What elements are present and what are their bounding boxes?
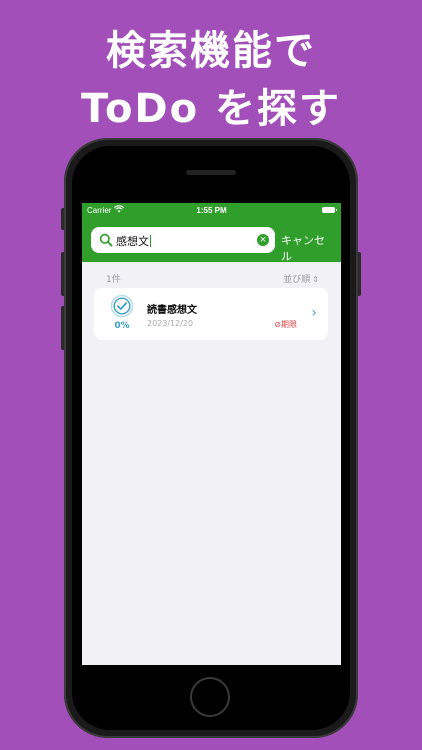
battery-icon (322, 207, 337, 213)
text-caret (150, 235, 151, 247)
speaker-grille (186, 170, 236, 175)
overdue-icon: ⊘ (274, 320, 281, 329)
search-input[interactable]: 感想文 × (91, 227, 275, 253)
progress-check-icon (110, 294, 134, 318)
clear-search-icon[interactable]: × (257, 234, 269, 246)
search-query: 感想文 (116, 235, 149, 248)
todo-title: 読書感想文 (147, 305, 197, 316)
headline-line-2: ToDo を探す (80, 86, 342, 132)
overdue-badge: ⊘期限 (274, 319, 297, 330)
headline-line-1: 検索機能で (106, 28, 316, 74)
results-header: 1件 並び順 ⇕ (82, 262, 341, 286)
home-button (190, 677, 230, 717)
app-screen: Carrier 1:55 PM 感想文 × キャンセル 1件 並び順 ⇕ 0% … (82, 203, 341, 665)
cancel-button[interactable]: キャンセル (281, 232, 335, 264)
todo-card[interactable]: 0% 読書感想文 2023/12/20 ⊘期限 › (94, 288, 328, 340)
progress-indicator: 0% (109, 294, 135, 336)
result-count: 1件 (106, 275, 121, 285)
chevron-right-icon: › (311, 305, 317, 321)
progress-percent: 0% (114, 321, 130, 331)
status-time: 1:55 PM (196, 206, 227, 215)
overdue-label: 期限 (281, 320, 297, 329)
top-bar: Carrier 1:55 PM 感想文 × キャンセル (82, 203, 341, 263)
sort-label: 並び順 (283, 275, 311, 285)
search-icon (99, 233, 113, 247)
status-bar: Carrier 1:55 PM (82, 203, 341, 217)
sort-button[interactable]: 並び順 ⇕ (283, 272, 319, 285)
search-query-wrap: 感想文 (116, 233, 151, 249)
sort-chevrons-icon: ⇕ (312, 275, 319, 284)
todo-date: 2023/12/20 (147, 319, 194, 328)
search-row: 感想文 × キャンセル (91, 227, 335, 263)
